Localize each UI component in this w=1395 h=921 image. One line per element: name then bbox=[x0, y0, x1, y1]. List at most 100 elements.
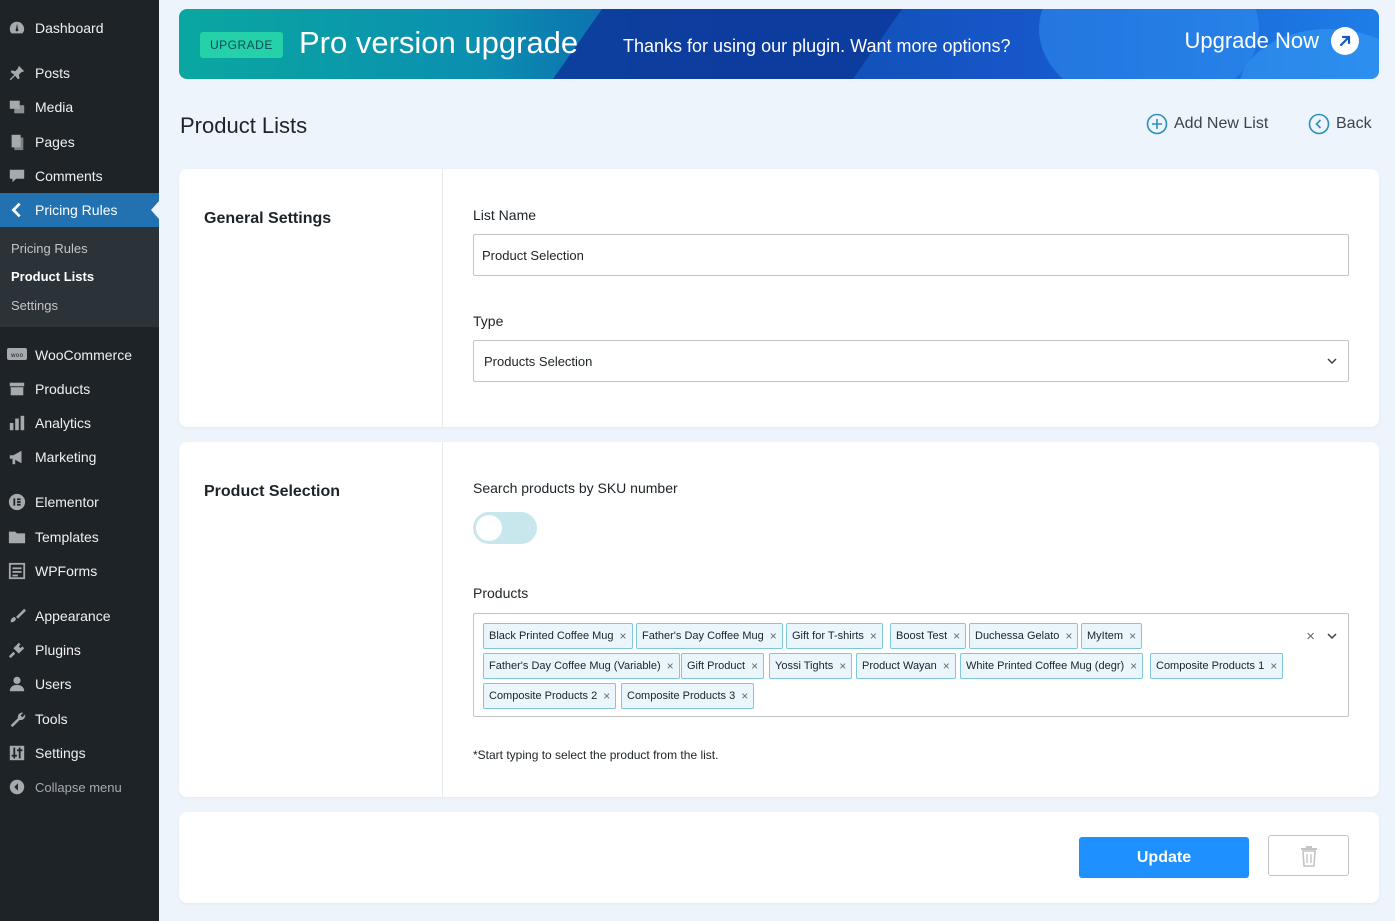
comment-icon bbox=[7, 166, 27, 186]
submenu-settings[interactable]: Settings bbox=[11, 298, 58, 313]
remove-tag-icon[interactable]: × bbox=[1130, 659, 1137, 673]
product-tag-label: MyItem bbox=[1087, 630, 1124, 642]
product-tag: MyItem × bbox=[1081, 623, 1143, 649]
menu-pages[interactable]: Pages bbox=[0, 125, 159, 159]
woo-icon: woo bbox=[7, 345, 27, 365]
submenu-product-lists[interactable]: Product Lists bbox=[11, 269, 94, 284]
product-tag: Product Wayan × bbox=[856, 653, 956, 679]
card-left-column bbox=[179, 169, 443, 427]
menu-tools[interactable]: Tools bbox=[0, 702, 159, 736]
menu-elementor[interactable]: Elementor bbox=[0, 485, 159, 519]
list-name-input[interactable]: Product Selection bbox=[473, 234, 1349, 276]
clear-all-icon[interactable]: × bbox=[1306, 628, 1315, 645]
product-tag-label: Father's Day Coffee Mug bbox=[642, 630, 764, 642]
menu-label: Elementor bbox=[35, 494, 99, 510]
menu-label: Appearance bbox=[35, 608, 111, 624]
menu-marketing[interactable]: Marketing bbox=[0, 440, 159, 474]
remove-tag-icon[interactable]: × bbox=[770, 629, 777, 643]
archive-icon bbox=[7, 379, 27, 399]
remove-tag-icon[interactable]: × bbox=[603, 689, 610, 703]
menu-posts[interactable]: Posts bbox=[0, 56, 159, 90]
remove-tag-icon[interactable]: × bbox=[751, 659, 758, 673]
arrow-up-right-icon bbox=[1331, 27, 1359, 55]
type-select[interactable]: Products Selection bbox=[473, 340, 1349, 382]
product-tag-label: Black Printed Coffee Mug bbox=[489, 630, 614, 642]
menu-appearance[interactable]: Appearance bbox=[0, 599, 159, 633]
delete-button[interactable] bbox=[1268, 835, 1349, 876]
dashboard-icon bbox=[7, 18, 27, 38]
menu-settings[interactable]: Settings bbox=[0, 736, 159, 770]
menu-label: Media bbox=[35, 99, 74, 115]
list-name-label: List Name bbox=[473, 207, 537, 223]
banner-title: Pro version upgrade bbox=[299, 25, 579, 60]
back-button[interactable]: Back bbox=[1308, 113, 1372, 135]
menu-woocommerce[interactable]: woo WooCommerce bbox=[0, 338, 159, 372]
page-title: Product Lists bbox=[180, 113, 308, 138]
upgrade-now-button[interactable]: Upgrade Now bbox=[1184, 27, 1359, 55]
products-multiselect[interactable]: Black Printed Coffee Mug × Father's Day C… bbox=[473, 613, 1349, 717]
menu-label: Marketing bbox=[35, 449, 97, 465]
product-tag-label: Father's Day Coffee Mug (Variable) bbox=[489, 660, 661, 672]
banner-subtitle: Thanks for using our plugin. Want more o… bbox=[623, 36, 1011, 56]
collapse-menu-button[interactable]: Collapse menu bbox=[0, 770, 159, 804]
pin-icon bbox=[7, 63, 27, 83]
sku-search-toggle[interactable] bbox=[473, 512, 537, 544]
menu-dashboard[interactable]: Dashboard bbox=[0, 11, 159, 45]
menu-comments[interactable]: Comments bbox=[0, 159, 159, 193]
menu-label: WPForms bbox=[35, 563, 98, 579]
menu-label: Tools bbox=[35, 711, 68, 727]
chevron-down-icon[interactable] bbox=[1326, 630, 1338, 642]
add-new-list-button[interactable]: Add New List bbox=[1146, 113, 1268, 135]
menu-templates[interactable]: Templates bbox=[0, 520, 159, 554]
folder-icon bbox=[7, 527, 27, 547]
remove-tag-icon[interactable]: × bbox=[620, 629, 627, 643]
remove-tag-icon[interactable]: × bbox=[1270, 659, 1277, 673]
remove-tag-icon[interactable]: × bbox=[1129, 629, 1136, 643]
upgrade-now-label: Upgrade Now bbox=[1184, 28, 1319, 53]
update-button[interactable]: Update bbox=[1079, 837, 1249, 878]
remove-tag-icon[interactable]: × bbox=[870, 629, 877, 643]
menu-label: Users bbox=[35, 676, 72, 692]
user-icon bbox=[7, 674, 27, 694]
submenu-pricing-rules[interactable]: Pricing Rules bbox=[11, 241, 88, 256]
product-tag-label: Composite Products 2 bbox=[489, 690, 598, 702]
product-tag-label: Composite Products 1 bbox=[1156, 660, 1265, 672]
upgrade-badge: UPGRADE bbox=[200, 32, 283, 58]
actions-card: Update bbox=[179, 812, 1379, 903]
remove-tag-icon[interactable]: × bbox=[943, 659, 950, 673]
remove-tag-icon[interactable]: × bbox=[741, 689, 748, 703]
general-settings-card: General Settings List Name Product Selec… bbox=[179, 169, 1379, 427]
product-tag: Father's Day Coffee Mug × bbox=[636, 623, 783, 649]
product-tag-label: Yossi Tights bbox=[775, 660, 834, 672]
toggle-knob bbox=[476, 515, 502, 541]
product-tag: Yossi Tights × bbox=[769, 653, 853, 679]
sku-search-label: Search products by SKU number bbox=[473, 480, 678, 496]
menu-label: Comments bbox=[35, 168, 103, 184]
menu-plugins[interactable]: Plugins bbox=[0, 633, 159, 667]
product-tag: Composite Products 2 × bbox=[483, 683, 617, 709]
bar-chart-icon bbox=[7, 413, 27, 433]
menu-label: Plugins bbox=[35, 642, 81, 658]
menu-users[interactable]: Users bbox=[0, 667, 159, 701]
chevron-down-icon bbox=[1327, 358, 1337, 365]
plug-icon bbox=[7, 640, 27, 660]
elementor-icon bbox=[7, 492, 27, 512]
menu-analytics[interactable]: Analytics bbox=[0, 406, 159, 440]
menu-media[interactable]: Media bbox=[0, 90, 159, 124]
menu-products[interactable]: Products bbox=[0, 372, 159, 406]
brush-icon bbox=[7, 606, 27, 626]
menu-wpforms[interactable]: WPForms bbox=[0, 554, 159, 588]
product-tag-label: Product Wayan bbox=[862, 660, 937, 672]
remove-tag-icon[interactable]: × bbox=[1065, 629, 1072, 643]
menu-pricing-rules[interactable]: Pricing Rules bbox=[0, 193, 159, 227]
product-tag: Black Printed Coffee Mug × bbox=[483, 623, 633, 649]
remove-tag-icon[interactable]: × bbox=[953, 629, 960, 643]
general-settings-title: General Settings bbox=[204, 210, 332, 227]
wrench-icon bbox=[7, 709, 27, 729]
remove-tag-icon[interactable]: × bbox=[667, 659, 674, 673]
collapse-label: Collapse menu bbox=[35, 779, 122, 795]
remove-tag-icon[interactable]: × bbox=[839, 659, 846, 673]
pro-upgrade-banner: UPGRADE Pro version upgrade Thanks for u… bbox=[179, 9, 1379, 79]
product-selection-title: Product Selection bbox=[204, 483, 341, 500]
menu-label: Settings bbox=[35, 745, 86, 761]
